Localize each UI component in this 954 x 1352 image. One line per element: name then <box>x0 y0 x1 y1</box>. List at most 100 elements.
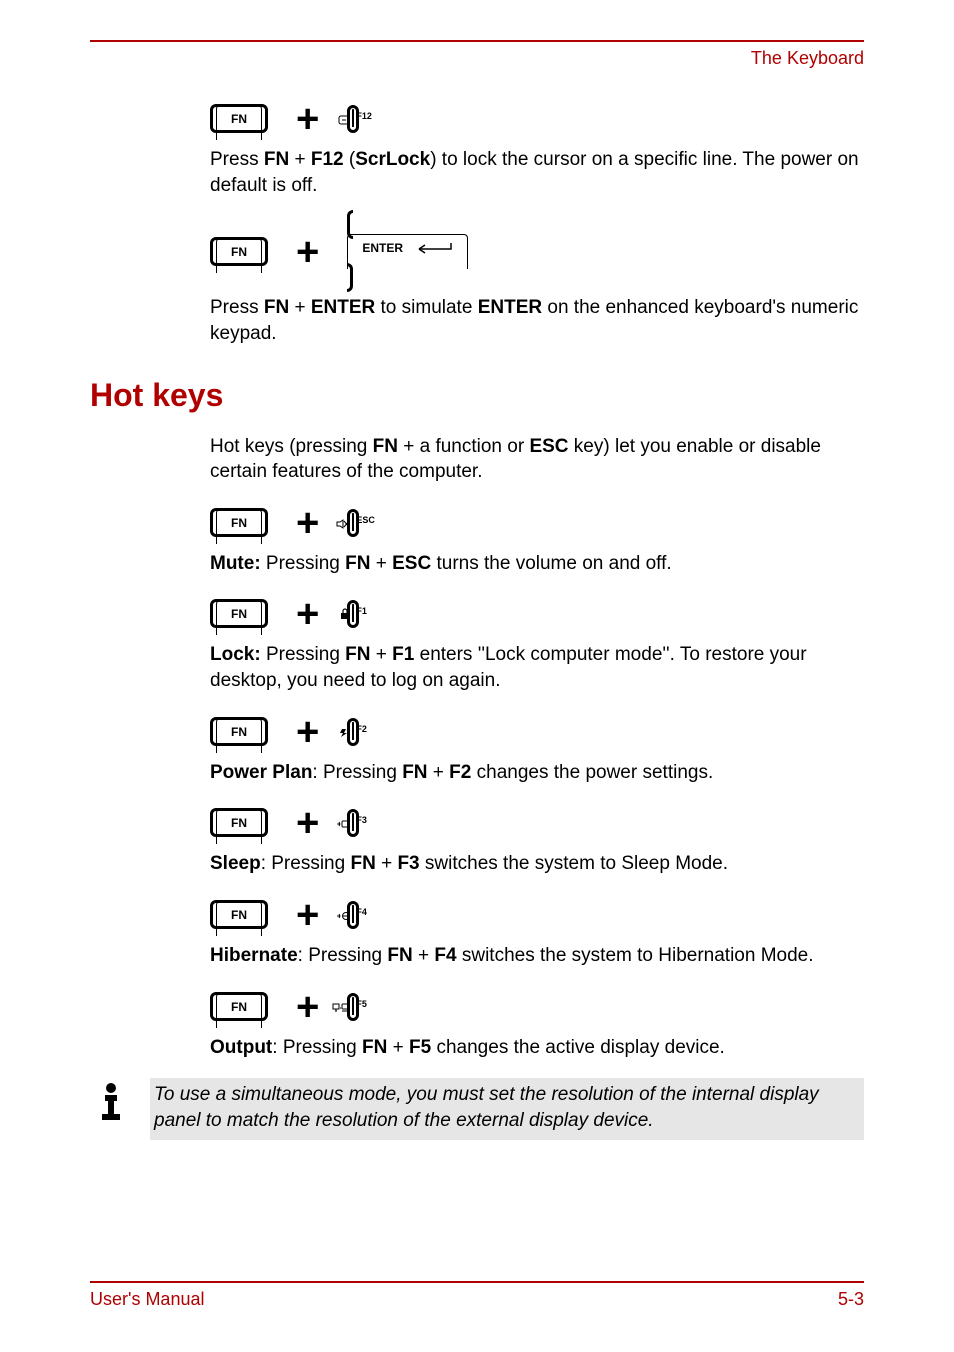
key-fn: FN <box>210 605 268 623</box>
keyrow-fn-f4: FN + F4 <box>210 895 864 935</box>
t: Lock: <box>210 644 261 665</box>
key-fn-label: FN <box>216 718 262 753</box>
t: + <box>289 149 311 170</box>
plus-icon: + <box>296 803 319 843</box>
footer: User's Manual 5-3 <box>90 1281 864 1310</box>
para-power: Power Plan: Pressing FN + F2 changes the… <box>210 760 864 786</box>
key-f1-label: F1 <box>356 606 367 616</box>
key-fn-label: FN <box>216 600 262 635</box>
t: to simulate <box>375 297 477 318</box>
t: + <box>413 945 435 966</box>
t: : Pressing <box>261 853 351 874</box>
key-f5: F5 <box>347 993 359 1021</box>
para-output: Output: Pressing FN + F5 changes the act… <box>210 1035 864 1061</box>
t: + <box>371 644 393 665</box>
t: FN <box>264 149 289 170</box>
t: ( <box>344 149 356 170</box>
t: F3 <box>397 853 419 874</box>
t: Pressing <box>261 553 345 574</box>
key-f3: F3 <box>347 809 359 837</box>
enter-arrow-icon <box>413 241 453 255</box>
mute-icon <box>336 519 350 529</box>
keyrow-fn-esc: FN + ESC <box>210 503 864 543</box>
output-icon <box>332 1003 350 1013</box>
para-lock: Lock: Pressing FN + F1 enters ''Lock com… <box>210 642 864 693</box>
t: Power Plan <box>210 762 312 783</box>
content-body: FN + F12 Press FN + F12 (ScrLock) to loc… <box>210 99 864 1140</box>
t: + <box>376 853 398 874</box>
keyrow-fn-f5: FN + F5 <box>210 987 864 1027</box>
t: FN <box>264 297 289 318</box>
t: + <box>289 297 311 318</box>
t: Hibernate <box>210 945 298 966</box>
t: F12 <box>311 149 344 170</box>
plus-icon: + <box>296 987 319 1027</box>
plus-icon: + <box>296 712 319 752</box>
header-rule <box>90 40 864 42</box>
key-f4: F4 <box>347 901 359 929</box>
t: FN <box>402 762 427 783</box>
note-text: To use a simultaneous mode, you must set… <box>150 1078 864 1139</box>
para-enter: Press FN + ENTER to simulate ENTER on th… <box>210 295 864 346</box>
key-fn-label: FN <box>216 809 262 844</box>
header-right: The Keyboard <box>90 48 864 69</box>
power-icon <box>338 728 350 738</box>
plus-icon: + <box>296 594 319 634</box>
para-sleep: Sleep: Pressing FN + F3 switches the sys… <box>210 851 864 877</box>
t: Press <box>210 297 264 318</box>
plus-icon: + <box>296 503 319 543</box>
note-row: To use a simultaneous mode, you must set… <box>90 1078 864 1139</box>
key-enter: ENTER <box>347 216 468 287</box>
t: F4 <box>434 945 456 966</box>
key-f2-label: F2 <box>356 724 367 734</box>
key-fn: FN <box>210 514 268 532</box>
footer-right: 5-3 <box>838 1289 864 1310</box>
hibernate-icon <box>336 911 350 921</box>
footer-rule <box>90 1281 864 1283</box>
t: : Pressing <box>312 762 402 783</box>
t: FN <box>362 1037 387 1058</box>
key-esc-label: ESC <box>356 515 375 525</box>
key-fn-label: FN <box>216 105 262 140</box>
key-fn: FN <box>210 110 268 128</box>
key-f4-label: F4 <box>356 907 367 917</box>
key-fn: FN <box>210 243 268 261</box>
key-fn: FN <box>210 906 268 924</box>
t: changes the power settings. <box>471 762 713 783</box>
t: F2 <box>449 762 471 783</box>
para-hibernate: Hibernate: Pressing FN + F4 switches the… <box>210 943 864 969</box>
t: F5 <box>409 1037 431 1058</box>
t: ESC <box>392 553 431 574</box>
lock-icon <box>340 608 350 620</box>
t: Sleep <box>210 853 261 874</box>
t: FN <box>345 644 370 665</box>
plus-icon: + <box>296 895 319 935</box>
t: changes the active display device. <box>431 1037 725 1058</box>
t: Mute: <box>210 553 261 574</box>
keyrow-fn-f12: FN + F12 <box>210 99 864 139</box>
key-fn-label: FN <box>216 238 262 273</box>
key-fn-label: FN <box>216 901 262 936</box>
t: ENTER <box>311 297 375 318</box>
key-fn: FN <box>210 814 268 832</box>
t: ENTER <box>478 297 542 318</box>
keyrow-fn-f3: FN + F3 <box>210 803 864 843</box>
sleep-icon <box>336 819 350 829</box>
t: ScrLock <box>355 149 430 170</box>
t: Output <box>210 1037 272 1058</box>
key-f12-label: F12 <box>356 111 372 121</box>
t: : Pressing <box>298 945 388 966</box>
key-f5-label: F5 <box>356 999 367 1009</box>
scrlock-icon <box>338 115 350 125</box>
t: FN <box>387 945 412 966</box>
keyrow-fn-f2: FN + F2 <box>210 712 864 752</box>
t: switches the system to Hibernation Mode. <box>457 945 814 966</box>
keyrow-fn-enter: FN + ENTER <box>210 216 864 287</box>
t: + a function or <box>398 436 530 457</box>
t: Press <box>210 149 264 170</box>
t: + <box>370 553 392 574</box>
key-fn: FN <box>210 998 268 1016</box>
section-title: Hot keys <box>90 377 864 414</box>
info-icon <box>90 1080 132 1122</box>
plus-icon: + <box>296 99 319 139</box>
